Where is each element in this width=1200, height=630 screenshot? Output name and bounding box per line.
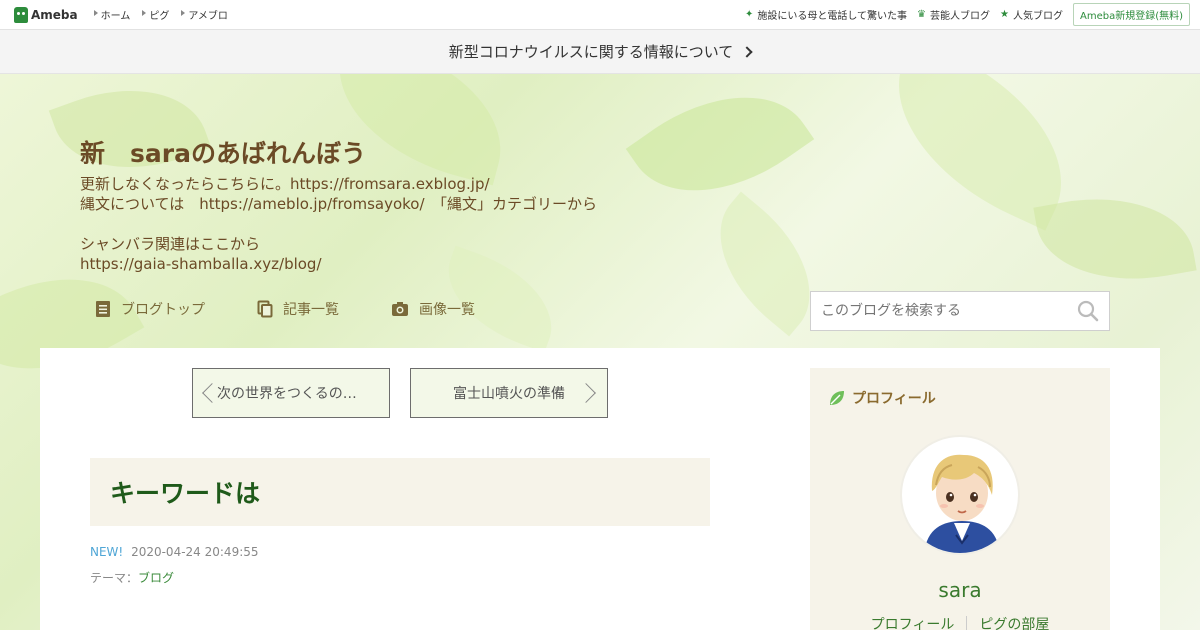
entry-date: 2020-04-24 20:49:55 [131,545,259,559]
profile-link[interactable]: プロフィール [859,614,967,630]
chevron-right-icon [576,383,596,403]
next-entry-button[interactable]: 富士山噴火の準備 [410,368,608,418]
description-line: https://gaia-shamballa.xyz/blog/ [80,255,322,273]
description-line: 縄文については https://ameblo.jp/fromsayoko/ 「縄… [80,195,598,213]
trending-link-label: 施設にいる母と電話して驚いた事 [757,11,908,22]
copy-icon [257,300,273,318]
celebrity-blog-link[interactable]: ♛ 芸能人ブログ [917,7,990,22]
notice-text: 新型コロナウイルスに関する情報について [448,43,734,61]
pigg-room-link[interactable]: ピグの部屋 [967,614,1061,630]
profile-sidebar: プロフィール sara プロフィール ピグの部屋 [810,368,1110,630]
main-panel: 次の世界をつくるの… 富士山噴火の準備 キーワードは NEW! 2020-04-… [40,348,1160,630]
ameba-logo-icon [14,6,28,23]
header-right: ✦ 施設にいる母と電話して驚いた事 ♛ 芸能人ブログ ★ 人気ブログ Ameba… [745,3,1190,26]
theme-link[interactable]: ブログ [138,571,174,585]
new-badge: NEW! [90,545,124,559]
blog-nav: ブログトップ 記事一覧 画像一覧 [95,299,475,319]
nav-pigg-link[interactable]: ピグ [142,7,169,22]
image-list-label: 画像一覧 [419,302,475,318]
blog-top-label: ブログトップ [121,302,205,318]
celebrity-blog-label: 芸能人ブログ [930,11,991,22]
entry-list-link[interactable]: 記事一覧 [257,299,339,319]
profile-heading-label: プロフィール [852,391,936,407]
global-header: Ameba ホーム ピグ アメブロ ✦ 施設にいる母と電話して驚いた事 ♛ 芸能… [0,0,1200,30]
theme-label: テーマ： [90,571,139,585]
search-input[interactable] [811,292,1073,330]
sparkle-icon: ✦ [744,9,754,20]
register-button[interactable]: Ameba新規登録(無料) [1072,3,1190,26]
blog-description: 更新しなくなったらこちらに。https://fromsara.exblog.jp… [80,174,597,274]
global-nav: ホーム ピグ アメブロ [93,7,228,22]
trending-link[interactable]: ✦ 施設にいる母と電話して驚いた事 [745,7,907,22]
leaf-decoration [625,74,815,231]
entry-header: キーワードは [90,458,710,526]
next-entry-label: 富士山噴火の準備 [453,386,565,402]
star-icon: ★ [1000,9,1009,20]
avatar[interactable] [900,435,1020,555]
entry-theme: テーマ：ブログ [90,569,174,586]
crown-icon: ♛ [917,9,927,20]
entry-title[interactable]: キーワードは [110,474,260,510]
prev-entry-button[interactable]: 次の世界をつくるの… [192,368,390,418]
document-icon [96,301,110,317]
logo-text: Ameba [31,7,78,22]
description-line: 更新しなくなったらこちらに。https://fromsara.exblog.jp… [80,175,490,193]
nav-home-link[interactable]: ホーム [93,7,130,22]
entry-list-label: 記事一覧 [283,302,339,318]
description-line: シャンバラ関連はここから [80,235,261,253]
search-icon[interactable] [1073,296,1103,326]
popular-blog-label: 人気ブログ [1012,11,1063,22]
profile-heading: プロフィール [828,388,936,408]
blog-top-link[interactable]: ブログトップ [95,299,205,319]
entry-meta: NEW! 2020-04-24 20:49:55 [90,545,259,559]
description-line [80,214,597,234]
ameba-logo[interactable]: Ameba [14,6,78,23]
profile-name[interactable]: sara [810,578,1110,602]
chevron-right-icon [741,45,753,58]
popular-blog-link[interactable]: ★ 人気ブログ [1000,7,1063,22]
nav-ameblo-link[interactable]: アメブロ [181,7,228,22]
profile-links: プロフィール ピグの部屋 [810,614,1110,630]
covid-notice-link[interactable]: 新型コロナウイルスに関する情報について [0,30,1200,74]
blog-search [810,291,1110,331]
prev-entry-label: 次の世界をつくるの… [217,386,357,402]
blog-title[interactable]: 新 saraのあばれんぼう [80,134,366,170]
leaf-icon [830,391,844,405]
avatar-image [924,454,1000,553]
image-list-link[interactable]: 画像一覧 [391,299,475,319]
camera-icon [392,302,408,316]
